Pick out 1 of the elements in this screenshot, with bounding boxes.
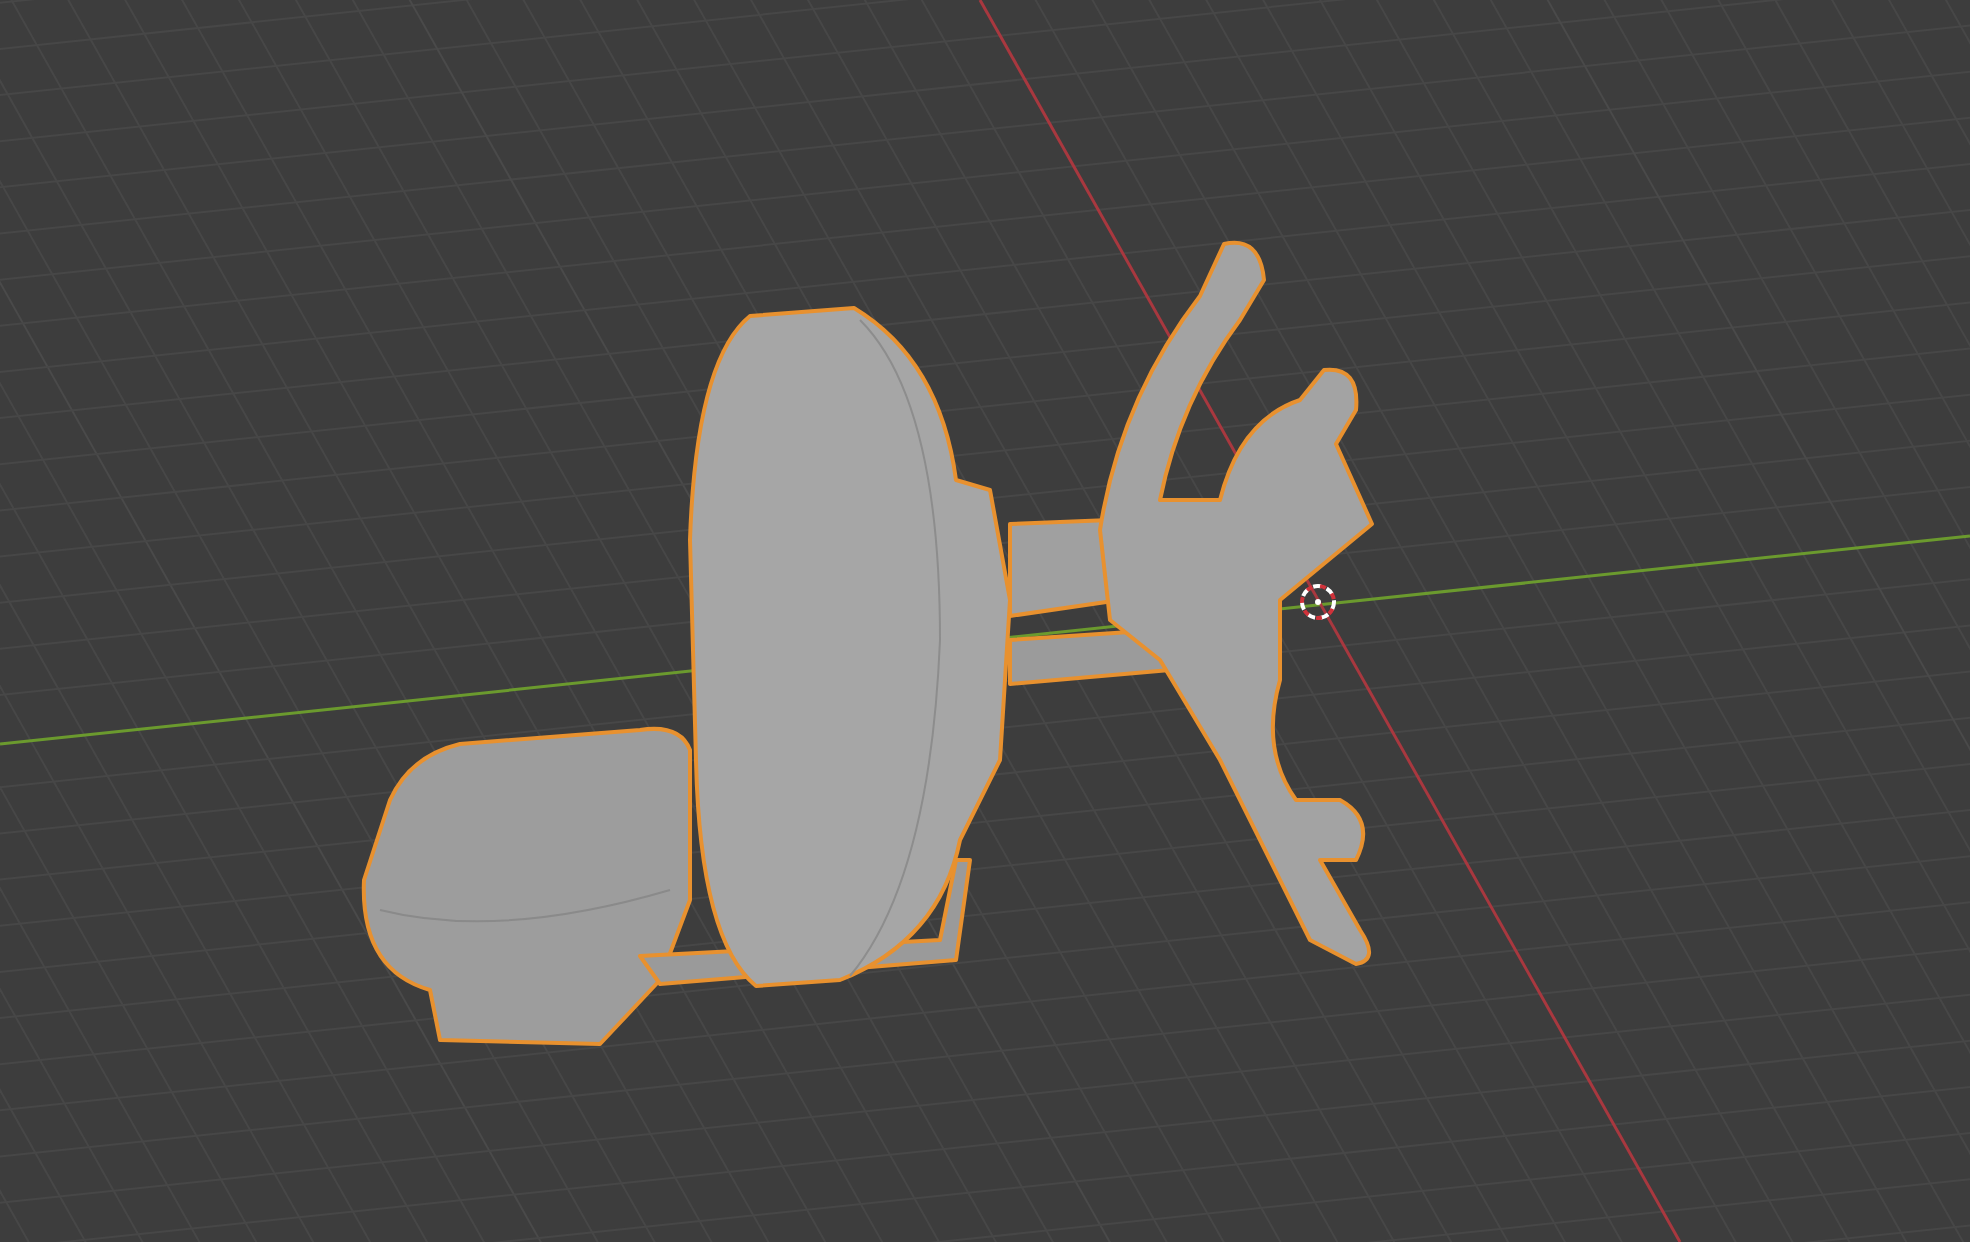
office-chair-drawing[interactable] — [361, 240, 1374, 1046]
